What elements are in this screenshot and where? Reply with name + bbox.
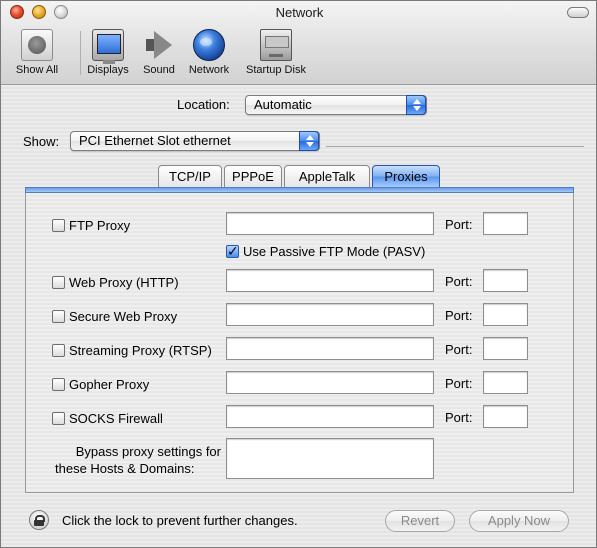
ftp-proxy-label: FTP Proxy — [69, 218, 131, 233]
socks-firewall-label: SOCKS Firewall — [69, 411, 163, 426]
location-label: Location: — [177, 97, 230, 112]
toolbar-separator — [80, 31, 81, 75]
toolbar-item-network[interactable]: Network — [185, 29, 233, 76]
location-value: Automatic — [254, 97, 312, 112]
web-port-label: Port: — [445, 274, 473, 289]
web-proxy-checkbox[interactable] — [52, 276, 65, 289]
secure-web-port-label: Port: — [445, 308, 473, 323]
lock-status-text: Click the lock to prevent further change… — [62, 513, 298, 528]
bypass-hosts-field[interactable] — [226, 438, 434, 479]
ftp-proxy-server-field[interactable] — [226, 212, 434, 235]
toolbar-item-startup-disk[interactable]: Startup Disk — [241, 29, 311, 76]
tab-tcp-ip[interactable]: TCP/IP — [158, 165, 222, 187]
ftp-port-field[interactable] — [483, 212, 528, 235]
displays-icon — [92, 29, 124, 64]
toolbar-item-sound[interactable]: Sound — [139, 29, 179, 76]
tab-proxies[interactable]: Proxies — [372, 165, 440, 187]
bypass-label-line2: these Hosts & Domains: — [55, 461, 195, 476]
socks-port-label: Port: — [445, 410, 473, 425]
window-toolbar: Network Show All Displays Sound Network … — [1, 1, 596, 85]
toolbar-item-label: Displays — [87, 64, 129, 76]
passive-ftp-checkbox[interactable] — [226, 243, 239, 260]
popup-arrows-icon — [299, 131, 319, 151]
ftp-proxy-checkbox[interactable] — [52, 219, 65, 232]
streaming-port-field[interactable] — [483, 337, 528, 360]
toolbar-item-displays[interactable]: Displays — [85, 29, 131, 76]
secure-web-proxy-server-field[interactable] — [226, 303, 434, 326]
toolbar-item-label: Network — [188, 64, 230, 76]
web-proxy-label: Web Proxy (HTTP) — [69, 275, 179, 290]
popup-arrows-icon — [406, 95, 426, 115]
ftp-port-label: Port: — [445, 217, 473, 232]
apply-now-button[interactable]: Apply Now — [469, 510, 569, 532]
streaming-proxy-checkbox[interactable] — [52, 344, 65, 357]
secure-web-proxy-checkbox[interactable] — [52, 310, 65, 323]
gopher-port-label: Port: — [445, 376, 473, 391]
bypass-label-line1: Bypass proxy settings for — [75, 444, 221, 459]
speaker-icon — [143, 29, 175, 61]
toolbar-item-label: Sound — [143, 64, 175, 76]
hard-disk-icon — [260, 29, 292, 61]
secure-web-proxy-label: Secure Web Proxy — [69, 309, 178, 324]
web-proxy-server-field[interactable] — [226, 269, 434, 292]
location-popup[interactable]: Automatic — [245, 95, 427, 115]
show-all-label: Show All — [15, 64, 59, 76]
show-all-button[interactable]: Show All — [10, 29, 64, 76]
network-preferences-window: Network Show All Displays Sound Network … — [0, 0, 597, 548]
socks-firewall-server-field[interactable] — [226, 405, 434, 428]
streaming-port-label: Port: — [445, 342, 473, 357]
streaming-proxy-server-field[interactable] — [226, 337, 434, 360]
apple-logo-icon — [21, 29, 53, 61]
revert-button[interactable]: Revert — [385, 510, 455, 532]
window-title: Network — [275, 5, 324, 20]
streaming-proxy-label: Streaming Proxy (RTSP) — [69, 343, 212, 358]
gopher-proxy-server-field[interactable] — [226, 371, 434, 394]
tab-appletalk[interactable]: AppleTalk — [284, 165, 370, 187]
show-value: PCI Ethernet Slot ethernet — [79, 133, 231, 148]
socks-firewall-checkbox[interactable] — [52, 412, 65, 425]
show-separator — [326, 146, 584, 147]
web-port-field[interactable] — [483, 269, 528, 292]
gopher-proxy-checkbox[interactable] — [52, 378, 65, 391]
toolbar-toggle-button[interactable] — [567, 7, 589, 18]
lock-icon[interactable] — [29, 510, 49, 530]
show-popup[interactable]: PCI Ethernet Slot ethernet — [70, 131, 320, 151]
toolbar-item-label: Startup Disk — [246, 64, 306, 76]
show-label: Show: — [23, 134, 60, 149]
gopher-proxy-label: Gopher Proxy — [69, 377, 150, 392]
globe-icon — [193, 29, 225, 61]
secure-web-port-field[interactable] — [483, 303, 528, 326]
tab-pppoe[interactable]: PPPoE — [224, 165, 282, 187]
passive-ftp-label: Use Passive FTP Mode (PASV) — [243, 244, 426, 259]
socks-port-field[interactable] — [483, 405, 528, 428]
gopher-port-field[interactable] — [483, 371, 528, 394]
